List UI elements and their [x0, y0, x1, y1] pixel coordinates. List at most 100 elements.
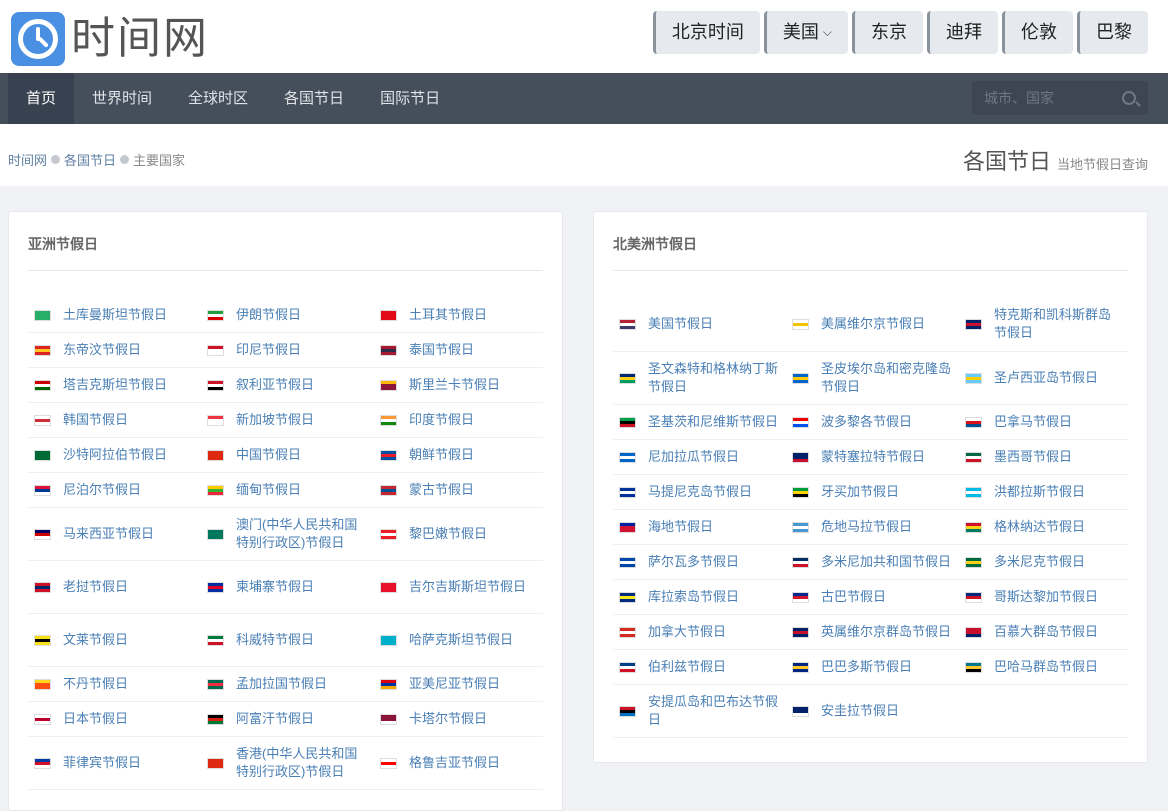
holiday-link[interactable]: 沙特阿拉伯节假日 [28, 438, 201, 472]
holiday-link[interactable]: 牙买加节假日 [786, 475, 959, 509]
holiday-link[interactable]: 菲律宾节假日 [28, 737, 201, 789]
holiday-link[interactable]: 古巴节假日 [786, 580, 959, 614]
city-button-usa[interactable]: 美国 ⌵ [763, 11, 848, 54]
nav-item-timezones[interactable]: 全球时区 [170, 73, 266, 124]
title-bar: 时间网 各国节日 主要国家 各国节日 当地节假日查询 [0, 124, 1168, 186]
holiday-link[interactable]: 印度节假日 [374, 403, 543, 437]
holiday-link[interactable]: 吉尔吉斯斯坦节假日 [374, 561, 543, 613]
holiday-link[interactable]: 圣卢西亚岛节假日 [959, 352, 1128, 404]
flag-icon [207, 344, 224, 356]
site-logo[interactable]: 时间网 [11, 12, 209, 66]
breadcrumb-holidays[interactable]: 各国节日 [64, 150, 116, 169]
holiday-link[interactable]: 英属维尔京群岛节假日 [786, 615, 959, 649]
holiday-row: 伯利兹节假日 巴巴多斯节假日 巴哈马群岛节假日 [613, 650, 1128, 685]
city-button-london[interactable]: 伦敦 [1002, 11, 1073, 54]
city-button-beijing[interactable]: 北京时间 [652, 11, 760, 54]
holiday-link[interactable]: 格林纳达节假日 [959, 510, 1128, 544]
holiday-link[interactable]: 蒙特塞拉特节假日 [786, 440, 959, 474]
holiday-link[interactable]: 阿富汗节假日 [201, 702, 374, 736]
holiday-link[interactable]: 洪都拉斯节假日 [959, 475, 1128, 509]
holiday-link[interactable]: 塔吉克斯坦节假日 [28, 368, 201, 402]
holiday-link[interactable]: 科威特节假日 [201, 614, 374, 666]
holiday-link[interactable]: 中国节假日 [201, 438, 374, 472]
holiday-link[interactable]: 日本节假日 [28, 702, 201, 736]
holiday-link[interactable]: 圣基茨和尼维斯节假日 [613, 405, 786, 439]
holiday-link[interactable]: 不丹节假日 [28, 667, 201, 701]
holiday-link-label: 特克斯和凯科斯群岛节假日 [994, 307, 1112, 340]
holiday-link[interactable]: 马来西亚节假日 [28, 508, 201, 560]
holiday-link[interactable]: 萨尔瓦多节假日 [613, 545, 786, 579]
holiday-link[interactable]: 印尼节假日 [201, 333, 374, 367]
flag-icon [380, 713, 397, 725]
holiday-link[interactable]: 斯里兰卡节假日 [374, 368, 543, 402]
search-input[interactable] [972, 81, 1112, 115]
holiday-link[interactable]: 香港(中华人民共和国特别行政区)节假日 [201, 737, 374, 789]
holiday-link[interactable]: 巴巴多斯节假日 [786, 650, 959, 684]
holiday-link[interactable]: 美国节假日 [613, 297, 786, 351]
city-button-tokyo[interactable]: 东京 [852, 11, 923, 54]
holiday-link[interactable]: 哈萨克斯坦节假日 [374, 614, 543, 666]
holiday-link[interactable]: 亚美尼亚节假日 [374, 667, 543, 701]
holiday-link[interactable]: 多米尼加共和国节假日 [786, 545, 959, 579]
holiday-link-label: 哈萨克斯坦节假日 [409, 632, 514, 647]
holiday-link[interactable]: 伯利兹节假日 [613, 650, 786, 684]
city-button-dubai[interactable]: 迪拜 [927, 11, 998, 54]
holiday-link[interactable]: 伊朗节假日 [201, 298, 374, 332]
holiday-link[interactable]: 波多黎各节假日 [786, 405, 959, 439]
holiday-link[interactable]: 柬埔寨节假日 [201, 561, 374, 613]
holiday-link[interactable]: 东帝汶节假日 [28, 333, 201, 367]
flag-icon [380, 581, 397, 593]
holiday-link-label: 美国节假日 [648, 316, 714, 331]
holiday-link[interactable]: 老挝节假日 [28, 561, 201, 613]
holiday-link[interactable]: 卡塔尔节假日 [374, 702, 543, 736]
holiday-link[interactable]: 哥斯达黎加节假日 [959, 580, 1128, 614]
holiday-link[interactable]: 叙利亚节假日 [201, 368, 374, 402]
holiday-link[interactable]: 安圭拉节假日 [786, 685, 959, 737]
flag-icon [619, 661, 636, 673]
holiday-link[interactable]: 孟加拉国节假日 [201, 667, 374, 701]
holiday-link[interactable]: 黎巴嫩节假日 [374, 508, 543, 560]
city-button-paris[interactable]: 巴黎 [1077, 11, 1148, 54]
breadcrumb-home[interactable]: 时间网 [8, 150, 47, 169]
nav-item-country-holidays[interactable]: 各国节日 [266, 73, 362, 124]
holiday-link[interactable]: 海地节假日 [613, 510, 786, 544]
holiday-link[interactable]: 安提瓜岛和巴布达节假日 [613, 685, 786, 737]
nav-item-world-time[interactable]: 世界时间 [74, 73, 170, 124]
holiday-link[interactable]: 特克斯和凯科斯群岛节假日 [959, 297, 1128, 351]
holiday-link[interactable]: 朝鲜节假日 [374, 438, 543, 472]
holiday-link[interactable]: 格鲁吉亚节假日 [374, 737, 543, 789]
holiday-link[interactable]: 韩国节假日 [28, 403, 201, 437]
holiday-link[interactable]: 泰国节假日 [374, 333, 543, 367]
flag-icon [207, 634, 224, 646]
holiday-link[interactable]: 尼加拉瓜节假日 [613, 440, 786, 474]
holiday-link[interactable]: 马提尼克岛节假日 [613, 475, 786, 509]
holiday-link[interactable]: 墨西哥节假日 [959, 440, 1128, 474]
holiday-link[interactable]: 巴哈马群岛节假日 [959, 650, 1128, 684]
holiday-link[interactable]: 美属维尔京节假日 [786, 297, 959, 351]
holiday-link[interactable]: 加拿大节假日 [613, 615, 786, 649]
holiday-link-label: 沙特阿拉伯节假日 [63, 447, 168, 462]
holiday-link[interactable]: 巴拿马节假日 [959, 405, 1128, 439]
holiday-link[interactable]: 新加坡节假日 [201, 403, 374, 437]
holiday-link[interactable]: 文莱节假日 [28, 614, 201, 666]
holiday-link[interactable]: 缅甸节假日 [201, 473, 374, 507]
flag-icon [34, 581, 51, 593]
holiday-link[interactable]: 澳门(中华人民共和国特别行政区)节假日 [201, 508, 374, 560]
holiday-link[interactable]: 百慕大群岛节假日 [959, 615, 1128, 649]
flag-icon [965, 661, 982, 673]
holiday-link[interactable]: 土耳其节假日 [374, 298, 543, 332]
flag-icon [207, 379, 224, 391]
city-buttons: 北京时间 美国 ⌵ 东京 迪拜 伦敦 巴黎 [649, 11, 1148, 54]
flag-icon [619, 521, 636, 533]
holiday-link[interactable]: 库拉索岛节假日 [613, 580, 786, 614]
holiday-link[interactable]: 尼泊尔节假日 [28, 473, 201, 507]
nav-item-home[interactable]: 首页 [8, 73, 75, 124]
holiday-link[interactable]: 危地马拉节假日 [786, 510, 959, 544]
holiday-link[interactable]: 圣文森特和格林纳丁斯节假日 [613, 352, 786, 404]
holiday-link[interactable]: 圣皮埃尔岛和密克隆岛节假日 [786, 352, 959, 404]
holiday-link[interactable]: 蒙古节假日 [374, 473, 543, 507]
holiday-link[interactable]: 土库曼斯坦节假日 [28, 298, 201, 332]
search-icon[interactable] [1122, 91, 1136, 105]
holiday-link[interactable]: 多米尼克节假日 [959, 545, 1128, 579]
nav-item-international-holidays[interactable]: 国际节日 [362, 73, 458, 124]
